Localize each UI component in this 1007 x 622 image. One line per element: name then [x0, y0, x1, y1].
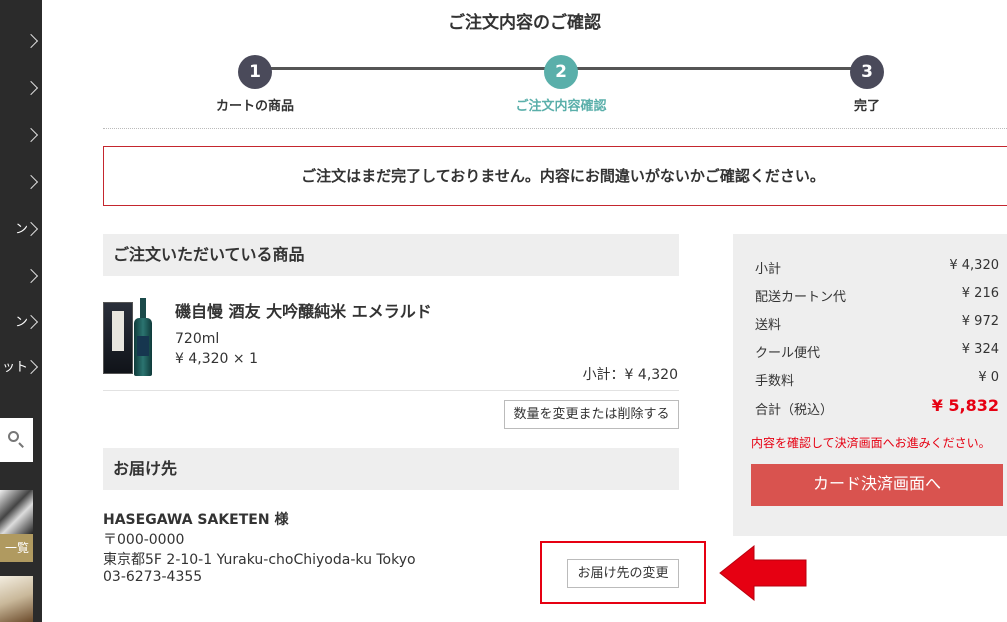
step-2-circle: 2	[544, 55, 578, 89]
delivery-address: 東京都5F 2-10-1 Yuraku-choChiyoda-ku Tokyo	[103, 552, 416, 568]
order-summary-panel: 小計 ¥ 4,320 配送カートン代 ¥ 216 送料 ¥ 972 クール便代 ¥ 32…	[733, 234, 1007, 536]
sidebar-item-6[interactable]	[0, 267, 42, 287]
chevron-right-icon	[23, 33, 39, 49]
step-3-circle: 3	[850, 55, 884, 89]
sidebar-search-button[interactable]	[0, 418, 33, 462]
chevron-right-icon	[23, 174, 39, 190]
step-connector	[561, 67, 867, 70]
pointer-arrow-icon	[719, 544, 807, 602]
step-connector	[255, 67, 561, 70]
sidebar-product-thumbnail[interactable]	[0, 576, 33, 622]
change-delivery-button[interactable]: お届け先の変更	[567, 559, 679, 588]
sidebar-item-1[interactable]	[0, 32, 42, 52]
product-subtotal: 小計：¥ 4,320	[582, 367, 678, 383]
chevron-right-icon	[23, 127, 39, 143]
sidebar-item-2[interactable]	[0, 79, 42, 99]
chevron-right-icon	[23, 80, 39, 96]
step-2-label: ご注文内容確認	[515, 99, 607, 114]
recipient-name: HASEGAWA SAKETEN 様	[103, 512, 289, 528]
delivery-heading: お届け先	[103, 448, 679, 490]
product-volume: 720ml	[175, 331, 220, 347]
sidebar-list-badge[interactable]: 一覧	[0, 534, 33, 562]
proceed-note: 内容を確認して決済画面へお進みください。	[751, 436, 991, 450]
order-not-complete-notice: ご注文はまだ完了しておりません。内容にお間違いがないかご確認ください。	[103, 146, 1007, 206]
search-icon	[8, 431, 19, 442]
step-3-label: 完了	[853, 99, 881, 114]
sidebar-item-4[interactable]	[0, 173, 42, 193]
gift-box-image	[103, 302, 133, 374]
step-1-circle: 1	[238, 55, 272, 89]
step-1-label: カートの商品	[215, 99, 295, 114]
page-title: ご注文内容のご確認	[448, 13, 601, 33]
divider	[103, 390, 679, 391]
sidebar-item-7[interactable]: ン	[0, 313, 42, 333]
sidebar-product-thumbnail[interactable]	[0, 490, 33, 534]
left-sidebar: ン ン ット 一覧	[0, 0, 42, 622]
product-image[interactable]	[103, 298, 155, 376]
main-content: ご注文内容のご確認 1 2 3 カートの商品 ご注文内容確認 完了 ご注文はまだ…	[42, 0, 1007, 622]
phone-number: 03-6273-4355	[103, 569, 203, 585]
order-items-heading: ご注文いただいている商品	[103, 234, 679, 276]
postal-code: 〒000-0000	[103, 532, 185, 548]
change-quantity-button[interactable]: 数量を変更または削除する	[504, 400, 679, 429]
sidebar-item-5[interactable]: ン	[0, 220, 42, 240]
chevron-right-icon	[23, 268, 39, 284]
sidebar-item-8[interactable]: ット	[0, 358, 42, 378]
sidebar-item-3[interactable]	[0, 126, 42, 146]
product-price-quantity: ¥ 4,320 × 1	[175, 351, 258, 367]
card-payment-button[interactable]: カード決済画面へ	[751, 464, 1003, 506]
product-name: 磯自慢 酒友 大吟醸純米 エメラルド	[175, 302, 432, 321]
divider	[103, 128, 1007, 129]
sake-bottle-image	[133, 298, 153, 376]
